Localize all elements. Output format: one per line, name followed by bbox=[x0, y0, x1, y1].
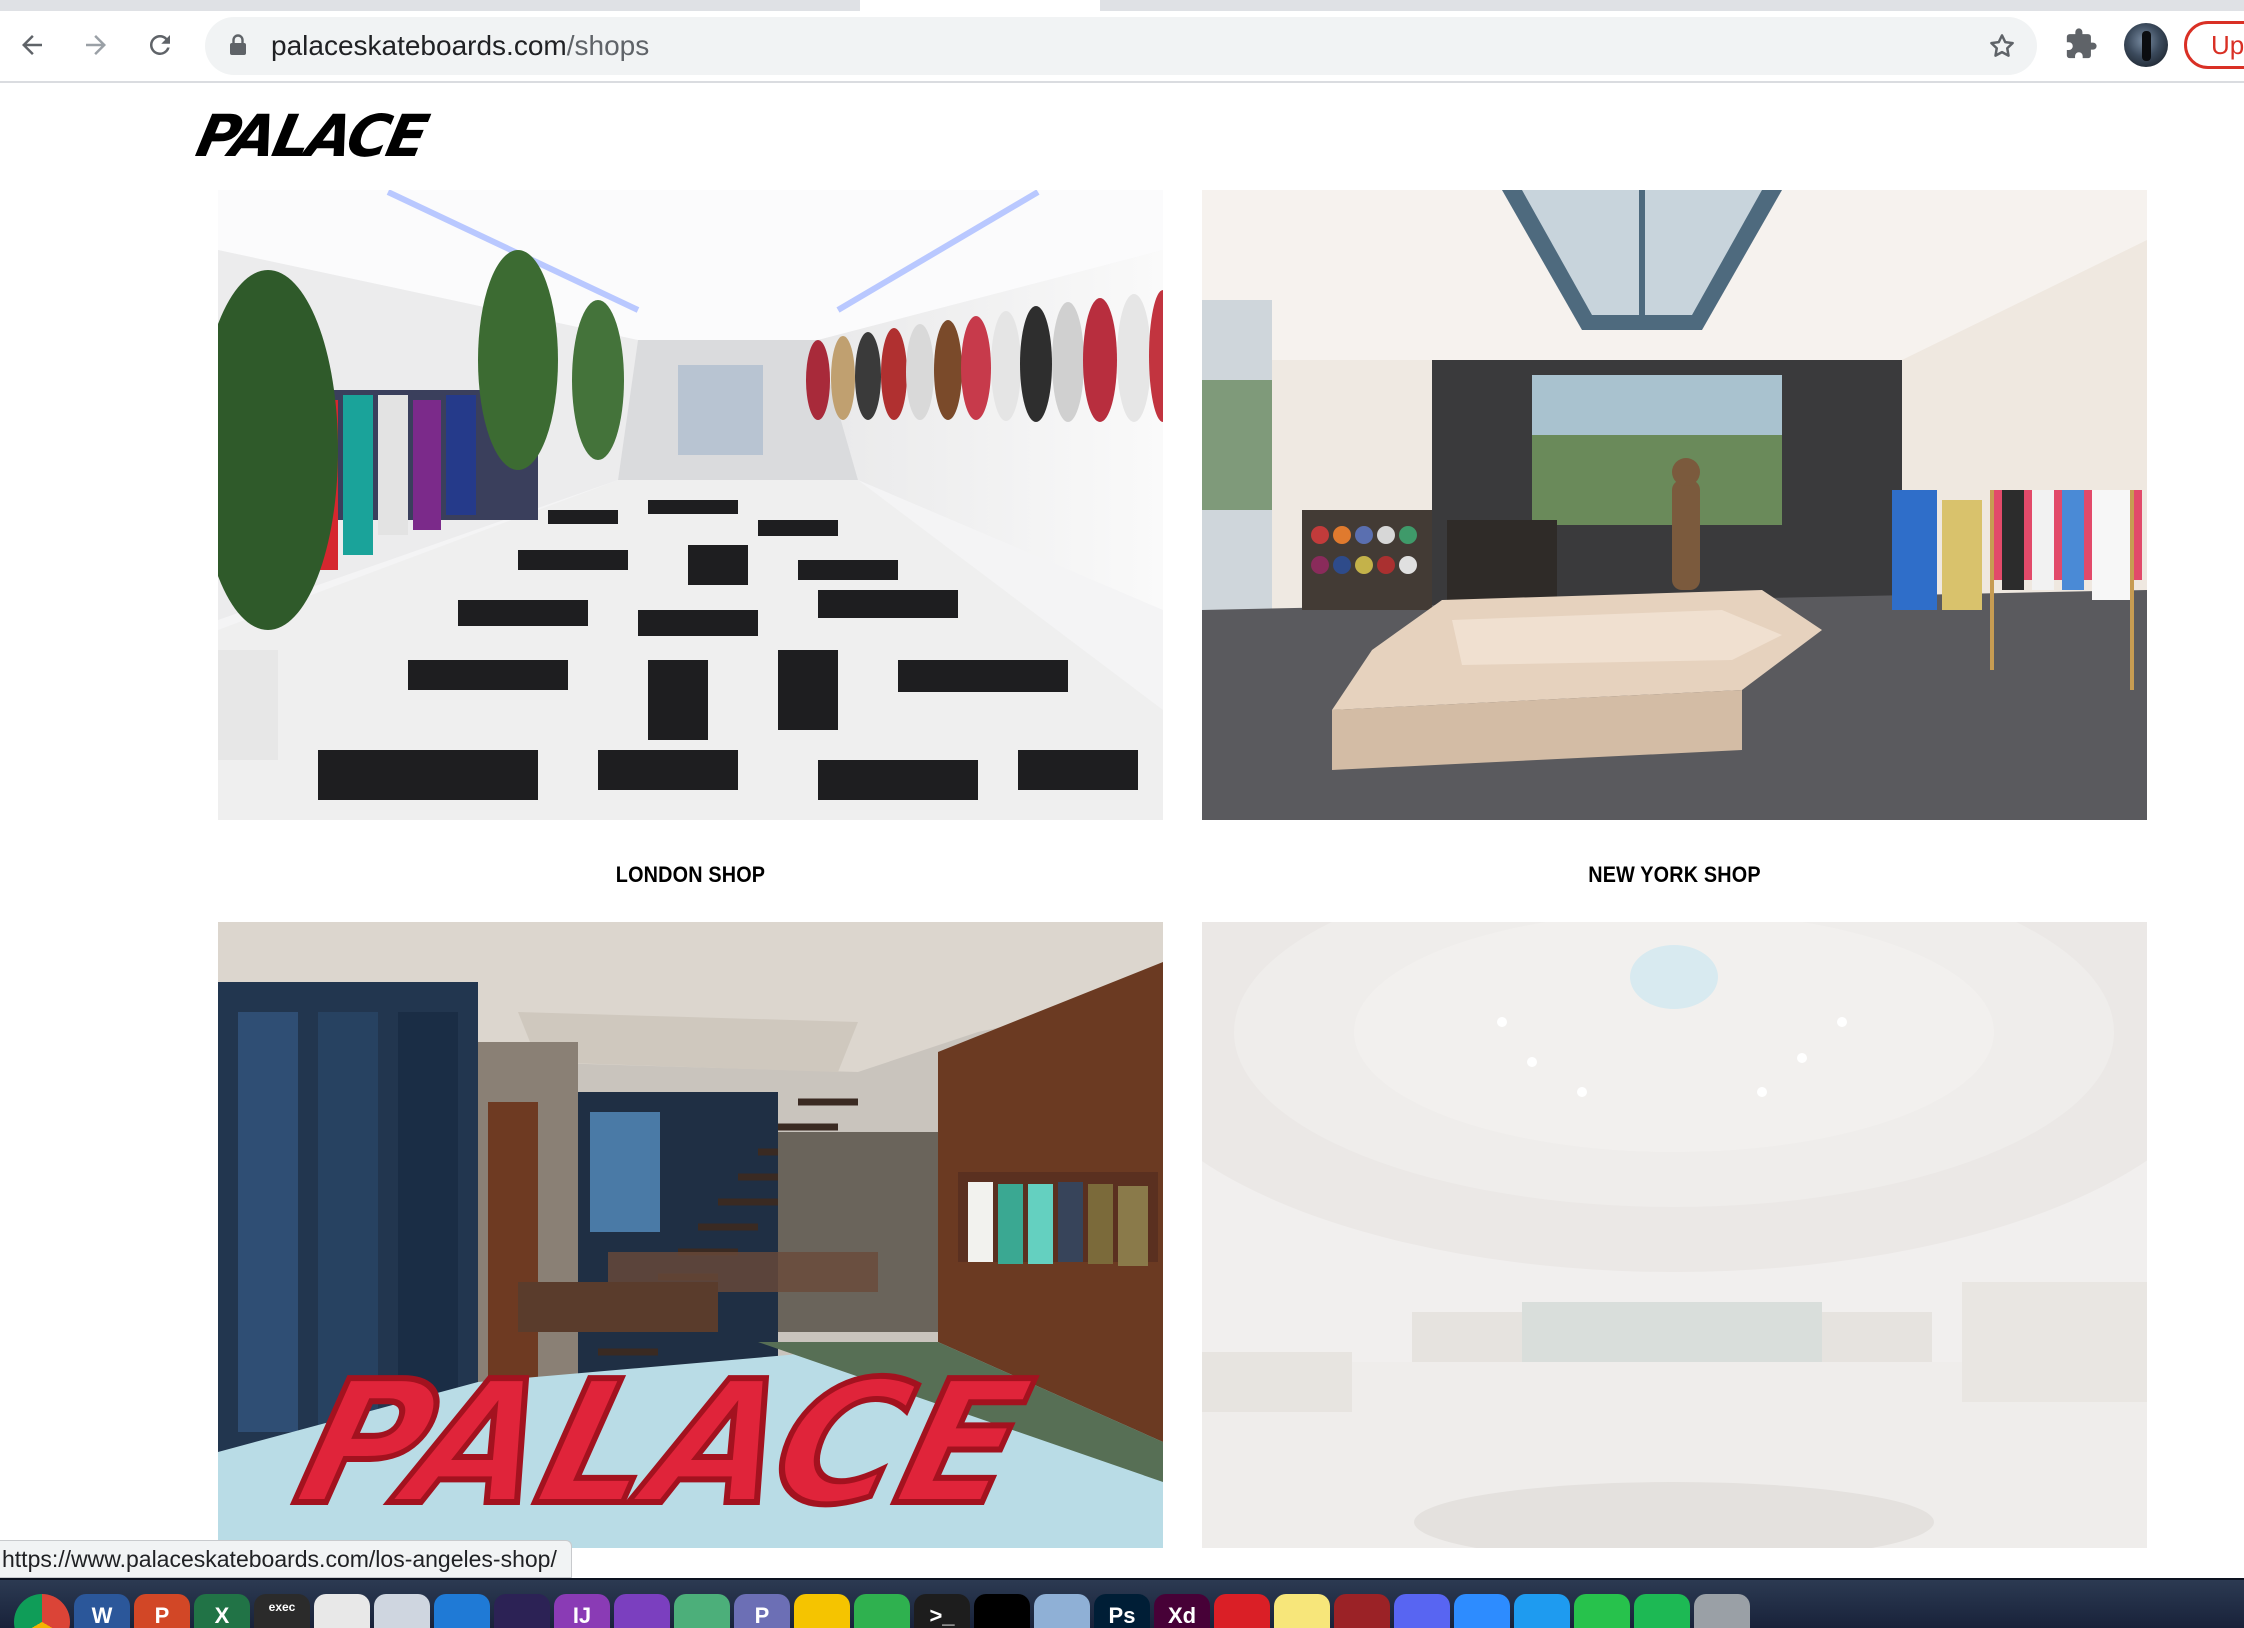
pen-icon[interactable] bbox=[374, 1594, 430, 1628]
xd-icon[interactable]: Xd bbox=[1154, 1594, 1210, 1628]
launchpad-icon[interactable] bbox=[1694, 1594, 1750, 1628]
intellij-icon[interactable]: IJ bbox=[554, 1594, 610, 1628]
address-bar[interactable]: palaceskateboards.com/shops bbox=[205, 17, 2037, 75]
protege-icon[interactable]: P bbox=[734, 1594, 790, 1628]
new-york-shop-photo[interactable] bbox=[1202, 190, 2147, 820]
discord-icon[interactable] bbox=[1394, 1594, 1450, 1628]
shop-card-los-angeles[interactable]: PALACE bbox=[218, 922, 1163, 1548]
word-icon[interactable]: W bbox=[74, 1594, 130, 1628]
creative-cloud-icon[interactable] bbox=[1214, 1594, 1270, 1628]
python-icon[interactable] bbox=[314, 1594, 370, 1628]
shop-card-london[interactable]: LONDON SHOP bbox=[218, 190, 1163, 888]
facetime-icon[interactable] bbox=[1574, 1594, 1630, 1628]
forward-arrow-icon bbox=[86, 35, 106, 55]
browser-toolbar: palaceskateboards.com/shops Up bbox=[0, 11, 2244, 83]
apple-terminal-icon[interactable] bbox=[974, 1594, 1030, 1628]
chrome-icon[interactable] bbox=[14, 1594, 70, 1628]
vscode-icon[interactable] bbox=[434, 1594, 490, 1628]
stickies-icon[interactable] bbox=[1274, 1594, 1330, 1628]
reload-button[interactable] bbox=[138, 23, 182, 67]
london-shop-photo[interactable] bbox=[218, 190, 1163, 820]
bookmark-star-icon[interactable] bbox=[1987, 31, 2017, 61]
update-button[interactable]: Up bbox=[2184, 21, 2244, 69]
preview-icon[interactable] bbox=[1034, 1594, 1090, 1628]
github-icon[interactable] bbox=[614, 1594, 670, 1628]
reload-icon bbox=[149, 34, 170, 55]
eclipse-icon[interactable] bbox=[494, 1594, 550, 1628]
url-domain: palaceskateboards.com bbox=[271, 30, 567, 61]
url-text[interactable]: palaceskateboards.com/shops bbox=[271, 31, 649, 61]
palace-logo[interactable]: PALACE bbox=[191, 102, 432, 170]
shop-card-4[interactable] bbox=[1202, 922, 2147, 1548]
lock-icon bbox=[229, 34, 247, 56]
photoshop-icon[interactable]: Ps bbox=[1094, 1594, 1150, 1628]
back-arrow-icon bbox=[22, 35, 42, 55]
shop-caption[interactable]: LONDON SHOP bbox=[265, 862, 1116, 888]
terminal-icon[interactable]: >_ bbox=[914, 1594, 970, 1628]
zoom-icon[interactable] bbox=[1454, 1594, 1510, 1628]
active-tab[interactable] bbox=[860, 0, 1100, 11]
los-angeles-shop-photo[interactable]: PALACE bbox=[218, 922, 1163, 1548]
url-path: /shops bbox=[566, 30, 650, 61]
cyberduck-icon[interactable] bbox=[794, 1594, 850, 1628]
forward-button[interactable] bbox=[74, 23, 118, 67]
powerpoint-icon[interactable]: P bbox=[134, 1594, 190, 1628]
shop-caption[interactable]: NEW YORK SHOP bbox=[1249, 862, 2100, 888]
tab-strip bbox=[0, 0, 2244, 11]
profile-avatar[interactable] bbox=[2124, 23, 2168, 67]
terminal-exec-icon[interactable]: exec bbox=[254, 1594, 310, 1628]
extensions-puzzle-icon[interactable] bbox=[2064, 27, 2098, 61]
back-button[interactable] bbox=[10, 23, 54, 67]
messages-icon[interactable] bbox=[1514, 1594, 1570, 1628]
excel-icon[interactable]: X bbox=[194, 1594, 250, 1628]
atom-icon[interactable] bbox=[674, 1594, 730, 1628]
macos-dock: W P Xexec IJ P >_ Ps Xd bbox=[0, 1578, 2244, 1628]
status-bar-url: https://www.palaceskateboards.com/los-an… bbox=[0, 1540, 572, 1578]
shop-card-new-york[interactable]: NEW YORK SHOP bbox=[1202, 190, 2147, 888]
spotify-icon[interactable] bbox=[1634, 1594, 1690, 1628]
dictionary-icon[interactable] bbox=[1334, 1594, 1390, 1628]
la-sculpture-text: PALACE bbox=[281, 1344, 1046, 1542]
shop-4-photo[interactable] bbox=[1202, 922, 2147, 1548]
sourcetree-icon[interactable] bbox=[854, 1594, 910, 1628]
